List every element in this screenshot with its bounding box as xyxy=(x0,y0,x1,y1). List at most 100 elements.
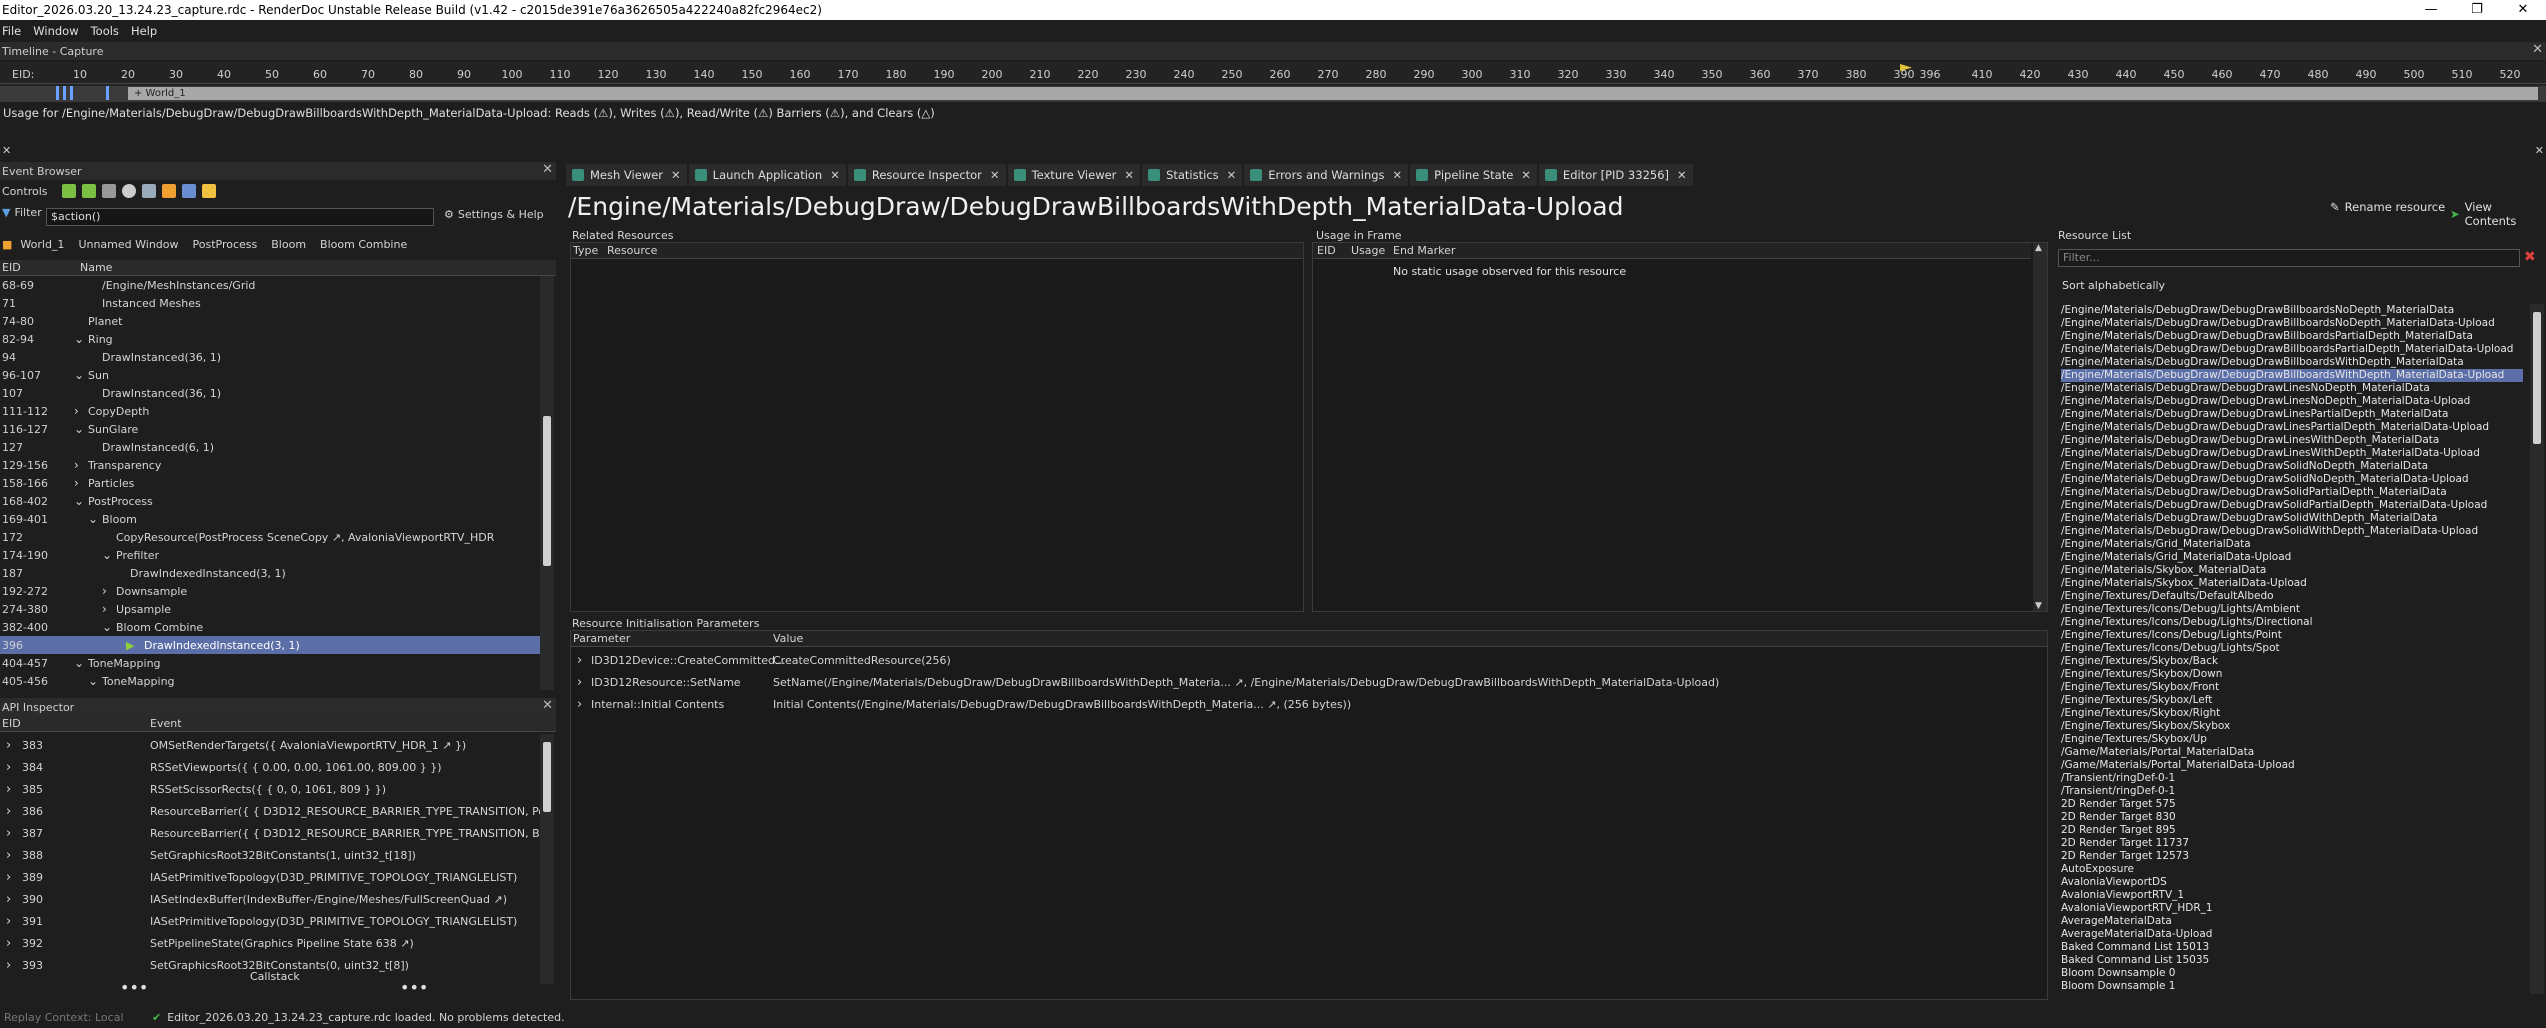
tab-item[interactable]: Resource Inspector ✕ xyxy=(847,164,1006,186)
event-row[interactable]: 129-156 › Transparency xyxy=(0,456,540,474)
api-row[interactable]: › 390 IASetIndexBuffer(IndexBuffer-/Engine… xyxy=(0,888,540,910)
menu-help[interactable]: Help xyxy=(131,24,157,38)
timeline-world-bar[interactable]: + World_1 xyxy=(128,87,2538,100)
event-scrollbar[interactable] xyxy=(540,276,554,690)
event-row[interactable]: 116-127 ⌄ SunGlare xyxy=(0,420,540,438)
tab-item[interactable]: Mesh Viewer ✕ xyxy=(566,164,687,186)
resource-list-item[interactable]: /Engine/Textures/Skybox/Left xyxy=(2061,694,2523,707)
resource-list-item[interactable]: /Transient/ringDef-0-1 xyxy=(2061,772,2523,785)
chevron-down-icon[interactable]: ⌄ xyxy=(74,422,84,436)
find-icon[interactable] xyxy=(101,184,116,198)
chevron-down-icon[interactable]: ⌄ xyxy=(102,620,112,634)
menu-window[interactable]: Window xyxy=(33,24,78,38)
event-row[interactable]: 94 DrawInstanced(36, 1) xyxy=(0,348,540,366)
breadcrumb-item[interactable]: World_1 xyxy=(20,238,64,251)
resource-list-item[interactable]: /Engine/Materials/Grid_MaterialData xyxy=(2061,538,2523,551)
close-icon[interactable]: ✕ xyxy=(542,162,553,177)
col-usage[interactable]: Usage xyxy=(1351,244,1385,257)
sort-dropdown[interactable]: Sort alphabetically xyxy=(2058,278,2544,296)
api-row[interactable]: › 384 RSSetViewports({ { 0.00, 0.00, 1061.… xyxy=(0,756,540,778)
resource-list-item[interactable]: AvaloniaViewportRTV_1 xyxy=(2061,889,2523,902)
resource-list-item[interactable]: /Engine/Materials/DebugDraw/DebugDrawLin… xyxy=(2061,382,2523,395)
resource-list-item[interactable]: AvaloniaViewportRTV_HDR_1 xyxy=(2061,902,2523,915)
resource-list-item[interactable]: /Engine/Materials/DebugDraw/DebugDrawLin… xyxy=(2061,395,2523,408)
chevron-right-icon[interactable]: › xyxy=(6,848,11,863)
init-row[interactable]: › ID3D12Resource::SetName SetName(/Engine/… xyxy=(571,671,2047,693)
col-eid[interactable]: EID xyxy=(2,717,21,730)
chevron-right-icon[interactable]: › xyxy=(6,804,11,819)
resource-list-item[interactable]: 2D Render Target 830 xyxy=(2061,811,2523,824)
resource-list-item[interactable]: /Engine/Materials/DebugDraw/DebugDrawLin… xyxy=(2061,447,2523,460)
chevron-right-icon[interactable]: › xyxy=(6,782,11,797)
event-row[interactable]: 192-272 › Downsample xyxy=(0,582,540,600)
resource-list-item[interactable]: /Engine/Materials/DebugDraw/DebugDrawBil… xyxy=(2061,304,2523,317)
view-contents-button[interactable]: ➤ View Contents xyxy=(2450,200,2546,228)
event-row[interactable]: 169-401 ⌄ Bloom xyxy=(0,510,540,528)
filter-input[interactable]: $action() xyxy=(46,208,434,226)
resource-list-item[interactable]: /Engine/Materials/DebugDraw/DebugDrawSol… xyxy=(2061,499,2523,512)
resource-list-item[interactable]: /Engine/Textures/Icons/Debug/Lights/Dire… xyxy=(2061,616,2523,629)
chevron-right-icon[interactable]: › xyxy=(577,697,582,712)
api-row[interactable]: › 388 SetGraphicsRoot32BitConstants(1, uin… xyxy=(0,844,540,866)
api-row[interactable]: › 392 SetPipelineState(Graphics Pipeline S… xyxy=(0,932,540,954)
init-row[interactable]: › ID3D12Device::CreateCommitted... CreateC… xyxy=(571,649,2047,671)
close-icon[interactable]: ✕ xyxy=(990,168,1000,182)
resource-list-item[interactable]: 2D Render Target 12573 xyxy=(2061,850,2523,863)
event-row[interactable]: 274-380 › Upsample xyxy=(0,600,540,618)
api-row[interactable]: › 386 ResourceBarrier({ { D3D12_RESOURCE_B… xyxy=(0,800,540,822)
breadcrumb-item[interactable]: Bloom xyxy=(271,238,306,251)
resource-scrollbar[interactable] xyxy=(2530,304,2544,994)
settings-icon[interactable] xyxy=(201,184,216,198)
chevron-down-icon[interactable]: ⌄ xyxy=(74,332,84,346)
resource-list-item[interactable]: /Engine/Materials/Grid_MaterialData-Uplo… xyxy=(2061,551,2523,564)
resource-list-item[interactable]: /Engine/Textures/Skybox/Up xyxy=(2061,733,2523,746)
timeline[interactable]: EID: 10 20 30 40 50 60 70 80 90 100 110 120 130 140 15… xyxy=(0,62,2546,102)
resource-list-item[interactable]: Bloom Downsample 0 xyxy=(2061,967,2523,980)
api-row[interactable]: › 387 ResourceBarrier({ { D3D12_RESOURCE_B… xyxy=(0,822,540,844)
resource-list-item[interactable]: /Engine/Materials/DebugDraw/DebugDrawLin… xyxy=(2061,421,2523,434)
close-icon[interactable]: ✕ xyxy=(1521,168,1531,182)
resource-list-item[interactable]: /Engine/Textures/Icons/Debug/Lights/Spot xyxy=(2061,642,2523,655)
tab-item[interactable]: Editor [PID 33256] ✕ xyxy=(1538,164,1693,186)
clear-filter-icon[interactable]: ✖ xyxy=(2524,249,2536,265)
resource-list-item[interactable]: /Engine/Materials/DebugDraw/DebugDrawSol… xyxy=(2061,525,2523,538)
close-icon[interactable]: ✕ xyxy=(1393,168,1403,182)
scroll-thumb[interactable] xyxy=(543,416,551,566)
event-row[interactable]: 74-80 Planet xyxy=(0,312,540,330)
col-eid[interactable]: EID xyxy=(1317,244,1336,257)
resource-list-item[interactable]: /Engine/Materials/DebugDraw/DebugDrawBil… xyxy=(2061,356,2523,369)
close-window-icon[interactable]: ✕ xyxy=(2500,0,2546,20)
col-event[interactable]: Event xyxy=(150,717,182,730)
resource-filter-input[interactable]: Filter... xyxy=(2058,249,2520,267)
chevron-right-icon[interactable]: › xyxy=(6,936,11,951)
init-row[interactable]: › Internal::Initial Contents Initial Conte… xyxy=(571,693,2047,715)
chevron-right-icon[interactable]: › xyxy=(74,404,79,418)
event-row[interactable]: 111-112 › CopyDepth xyxy=(0,402,540,420)
timeline-ruler[interactable]: EID: 10 20 30 40 50 60 70 80 90 100 110 120 130 140 15… xyxy=(0,62,2546,84)
api-row[interactable]: › 385 RSSetScissorRects({ { 0, 0, 1061, 80… xyxy=(0,778,540,800)
more-icon[interactable]: ••• xyxy=(400,978,428,997)
event-row[interactable]: 158-166 › Particles xyxy=(0,474,540,492)
chevron-right-icon[interactable]: › xyxy=(6,914,11,929)
api-row[interactable]: › 389 IASetPrimitiveTopology(D3D_PRIMITIVE… xyxy=(0,866,540,888)
chevron-right-icon[interactable]: › xyxy=(6,892,11,907)
resource-list-item[interactable]: /Engine/Materials/DebugDraw/DebugDrawBil… xyxy=(2061,343,2523,356)
callstack-label[interactable]: Callstack xyxy=(250,970,300,983)
chevron-right-icon[interactable]: › xyxy=(6,760,11,775)
more-icon[interactable]: ••• xyxy=(120,978,148,997)
time-icon[interactable] xyxy=(121,184,136,198)
usage-scrollbar[interactable]: ▲ ▼ xyxy=(2033,243,2047,611)
minimize-icon[interactable]: — xyxy=(2408,0,2454,20)
resource-list-item[interactable]: /Engine/Materials/DebugDraw/DebugDrawBil… xyxy=(2061,317,2523,330)
menu-file[interactable]: File xyxy=(2,24,21,38)
resource-list-item[interactable]: AutoExposure xyxy=(2061,863,2523,876)
tab-item[interactable]: Pipeline State ✕ xyxy=(1410,164,1537,186)
resource-list-item[interactable]: /Engine/Textures/Defaults/DefaultAlbedo xyxy=(2061,590,2523,603)
close-icon[interactable]: ✕ xyxy=(2532,42,2543,57)
save-icon[interactable] xyxy=(181,184,196,198)
resource-list-item[interactable]: /Engine/Materials/DebugDraw/DebugDrawLin… xyxy=(2061,408,2523,421)
resource-list-item[interactable]: /Engine/Materials/DebugDraw/DebugDrawSol… xyxy=(2061,512,2523,525)
resource-list-item[interactable]: 2D Render Target 11737 xyxy=(2061,837,2523,850)
resource-list-item[interactable]: /Engine/Textures/Skybox/Back xyxy=(2061,655,2523,668)
chevron-down-icon[interactable]: ⌄ xyxy=(102,548,112,562)
